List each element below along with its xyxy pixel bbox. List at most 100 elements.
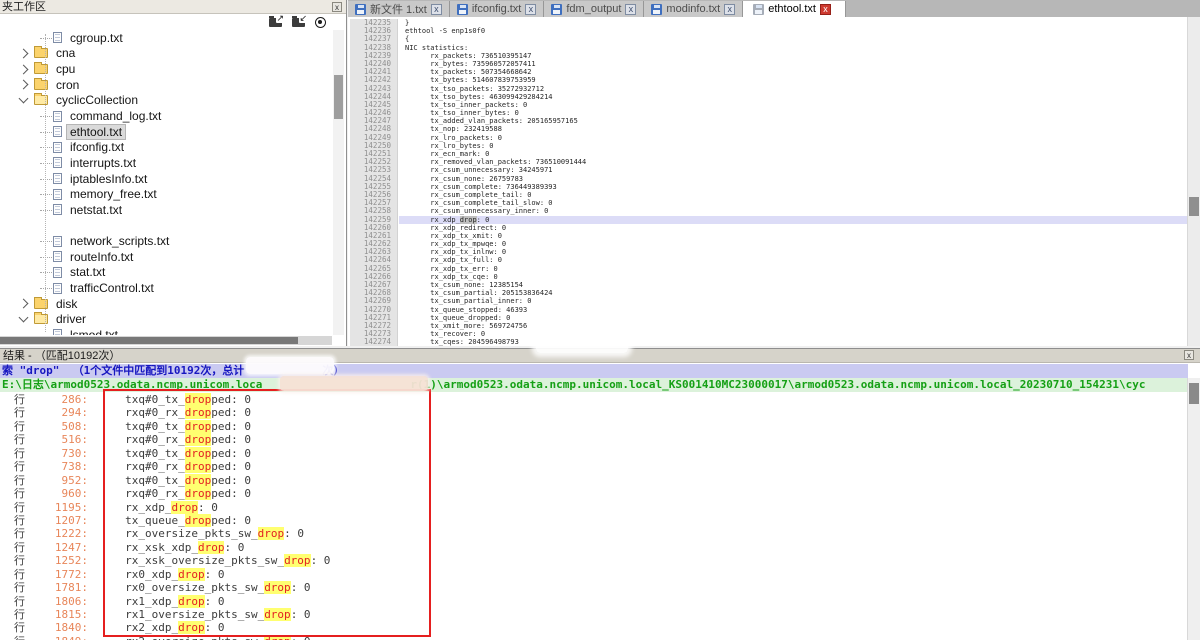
tree-item[interactable]: disk	[0, 296, 332, 312]
tab[interactable]: ifconfig.txtx	[450, 1, 545, 17]
tree-item-label[interactable]: routeInfo.txt	[67, 250, 136, 264]
tree-item-label[interactable]: ethtool.txt	[67, 125, 125, 139]
tree-item[interactable]: cyclicCollection	[0, 93, 332, 109]
tree-vertical-scrollbar[interactable]	[333, 30, 344, 335]
tree-item[interactable]: netstat.txt	[0, 202, 332, 218]
editor-line[interactable]: tx_packets: 507354668642	[399, 68, 1188, 76]
editor-line[interactable]: NIC statistics:	[399, 44, 1188, 52]
editor-line[interactable]: tx_bytes: 514607839753959	[399, 76, 1188, 84]
editor-line[interactable]: rx_csum_complete: 736449389393	[399, 183, 1188, 191]
tree-item-label[interactable]: interrupts.txt	[67, 156, 139, 170]
tab[interactable]: 新文件 1.txtx	[348, 1, 450, 17]
search-summary-line[interactable]: 索 "drop" （1个文件中匹配到10192次，总计次）	[0, 364, 1188, 378]
editor-line[interactable]: tx_csum_none: 12385154	[399, 281, 1188, 289]
editor-line[interactable]: tx_csum_partial: 205153836424	[399, 289, 1188, 297]
editor-line[interactable]: rx_xdp_drop: 0	[399, 216, 1188, 224]
editor-line[interactable]: rx_lro_bytes: 0	[399, 142, 1188, 150]
editor-text[interactable]: }ethtool -S enp1s0f0{NIC statistics: rx_…	[399, 19, 1188, 346]
tree-item[interactable]: ethtool.txt	[0, 124, 332, 140]
tree-item-label[interactable]: lsmod.txt	[67, 328, 121, 335]
editor-line[interactable]: {	[399, 35, 1188, 43]
editor-line[interactable]: rx_packets: 736510395147	[399, 52, 1188, 60]
editor-line[interactable]: tx_cqes: 204596498793	[399, 338, 1188, 346]
tree-item-label[interactable]: ifconfig.txt	[67, 140, 127, 154]
editor-line[interactable]: tx_nop: 232419588	[399, 125, 1188, 133]
tree-horizontal-scrollbar[interactable]	[0, 336, 332, 345]
editor-line[interactable]: }	[399, 19, 1188, 27]
results-vertical-scrollbar[interactable]	[1187, 378, 1200, 640]
editor-line[interactable]: tx_queue_stopped: 46393	[399, 306, 1188, 314]
chevron-down-icon[interactable]	[19, 313, 29, 323]
close-icon[interactable]: x	[724, 4, 735, 15]
editor-line[interactable]: rx_xdp_tx_err: 0	[399, 265, 1188, 273]
tree-item[interactable]: cgroup.txt	[0, 30, 332, 46]
tree-item-label[interactable]: trafficControl.txt	[67, 281, 157, 295]
scrollbar-thumb[interactable]	[1189, 197, 1199, 216]
scrollbar-thumb[interactable]	[1189, 383, 1199, 404]
tree-item[interactable]: interrupts.txt	[0, 155, 332, 171]
tree-item-label[interactable]: network_scripts.txt	[67, 234, 172, 248]
editor-line[interactable]: rx_xdp_redirect: 0	[399, 224, 1188, 232]
chevron-right-icon[interactable]	[19, 299, 29, 309]
close-icon[interactable]: x	[332, 2, 342, 12]
editor-line[interactable]: rx_csum_unnecessary: 34245971	[399, 166, 1188, 174]
tree-item[interactable]: network_scripts.txt	[0, 233, 332, 249]
tree-item-label[interactable]: command_log.txt	[67, 109, 164, 123]
tree-item[interactable]: ifconfig.txt	[0, 139, 332, 155]
tab[interactable]: fdm_outputx	[544, 1, 644, 17]
editor-line[interactable]: tx_recover: 0	[399, 330, 1188, 338]
close-icon[interactable]: x	[820, 4, 831, 15]
scrollbar-thumb[interactable]	[0, 337, 298, 344]
editor-line[interactable]: tx_xmit_more: 569724756	[399, 322, 1188, 330]
tree-item[interactable]: lsmod.txt	[0, 327, 332, 335]
tree-item[interactable]: memory_free.txt	[0, 186, 332, 202]
tree-item-label[interactable]: cpu	[53, 62, 78, 76]
tree-item[interactable]: cna	[0, 46, 332, 62]
editor-line[interactable]: rx_lro_packets: 0	[399, 134, 1188, 142]
close-icon[interactable]: x	[431, 4, 442, 15]
tree-item-label[interactable]: cna	[53, 46, 78, 60]
editor-line[interactable]: rx_xdp_tx_full: 0	[399, 256, 1188, 264]
tab[interactable]: modinfo.txtx	[644, 1, 743, 17]
scrollbar-thumb[interactable]	[334, 75, 343, 119]
tree-item-label[interactable]: netstat.txt	[67, 203, 125, 217]
chevron-right-icon[interactable]	[19, 80, 29, 90]
tree-item[interactable]: routeInfo.txt	[0, 249, 332, 265]
tree-item-label[interactable]: stat.txt	[67, 265, 108, 279]
editor-line[interactable]: tx_tso_inner_bytes: 0	[399, 109, 1188, 117]
tree-item[interactable]: command_log.txt	[0, 108, 332, 124]
tree-item-label[interactable]: cgroup.txt	[67, 31, 126, 45]
editor-line[interactable]: rx_xdp_tx_cqe: 0	[399, 273, 1188, 281]
editor-line[interactable]: rx_csum_unnecessary_inner: 0	[399, 207, 1188, 215]
editor-line[interactable]: rx_removed_vlan_packets: 736510091444	[399, 158, 1188, 166]
tree-item-label[interactable]: memory_free.txt	[67, 187, 160, 201]
editor-line[interactable]: tx_tso_inner_packets: 0	[399, 101, 1188, 109]
editor-line[interactable]: rx_ecn_mark: 0	[399, 150, 1188, 158]
editor-line[interactable]: rx_xdp_tx_xmit: 0	[399, 232, 1188, 240]
tree-item[interactable]: cron	[0, 77, 332, 93]
tree-item[interactable]: stat.txt	[0, 265, 332, 281]
tree-item-label[interactable]: driver	[53, 312, 89, 326]
locate-file-icon[interactable]	[315, 17, 326, 28]
editor-line[interactable]: rx_bytes: 735960572057411	[399, 60, 1188, 68]
tree-item-label[interactable]: cron	[53, 78, 82, 92]
editor-line[interactable]: tx_tso_bytes: 463099429284214	[399, 93, 1188, 101]
close-icon[interactable]: x	[625, 4, 636, 15]
tree-item-label[interactable]: disk	[53, 297, 80, 311]
editor-line[interactable]: tx_queue_dropped: 0	[399, 314, 1188, 322]
editor-line[interactable]: tx_tso_packets: 35272932712	[399, 85, 1188, 93]
editor-line[interactable]: ethtool -S enp1s0f0	[399, 27, 1188, 35]
tree-item[interactable]: cpu	[0, 61, 332, 77]
expand-all-icon[interactable]: ↗	[269, 18, 282, 27]
editor-line[interactable]: rx_csum_complete_tail_slow: 0	[399, 199, 1188, 207]
editor-line[interactable]: tx_csum_partial_inner: 0	[399, 297, 1188, 305]
tab[interactable]: ethtool.txtx	[743, 1, 846, 17]
chevron-down-icon[interactable]	[19, 94, 29, 104]
editor-line[interactable]: tx_added_vlan_packets: 205165957165	[399, 117, 1188, 125]
editor-line[interactable]: rx_xdp_tx_mpwqe: 0	[399, 240, 1188, 248]
editor-line[interactable]: rx_csum_none: 26759783	[399, 175, 1188, 183]
editor-area[interactable]: 1422351422361422371422381422391422401422…	[348, 17, 1200, 346]
tree-item-label[interactable]: cyclicCollection	[53, 93, 141, 107]
editor-line[interactable]: rx_xdp_tx_inlnw: 0	[399, 248, 1188, 256]
tree-item-label[interactable]: iptablesInfo.txt	[67, 172, 150, 186]
